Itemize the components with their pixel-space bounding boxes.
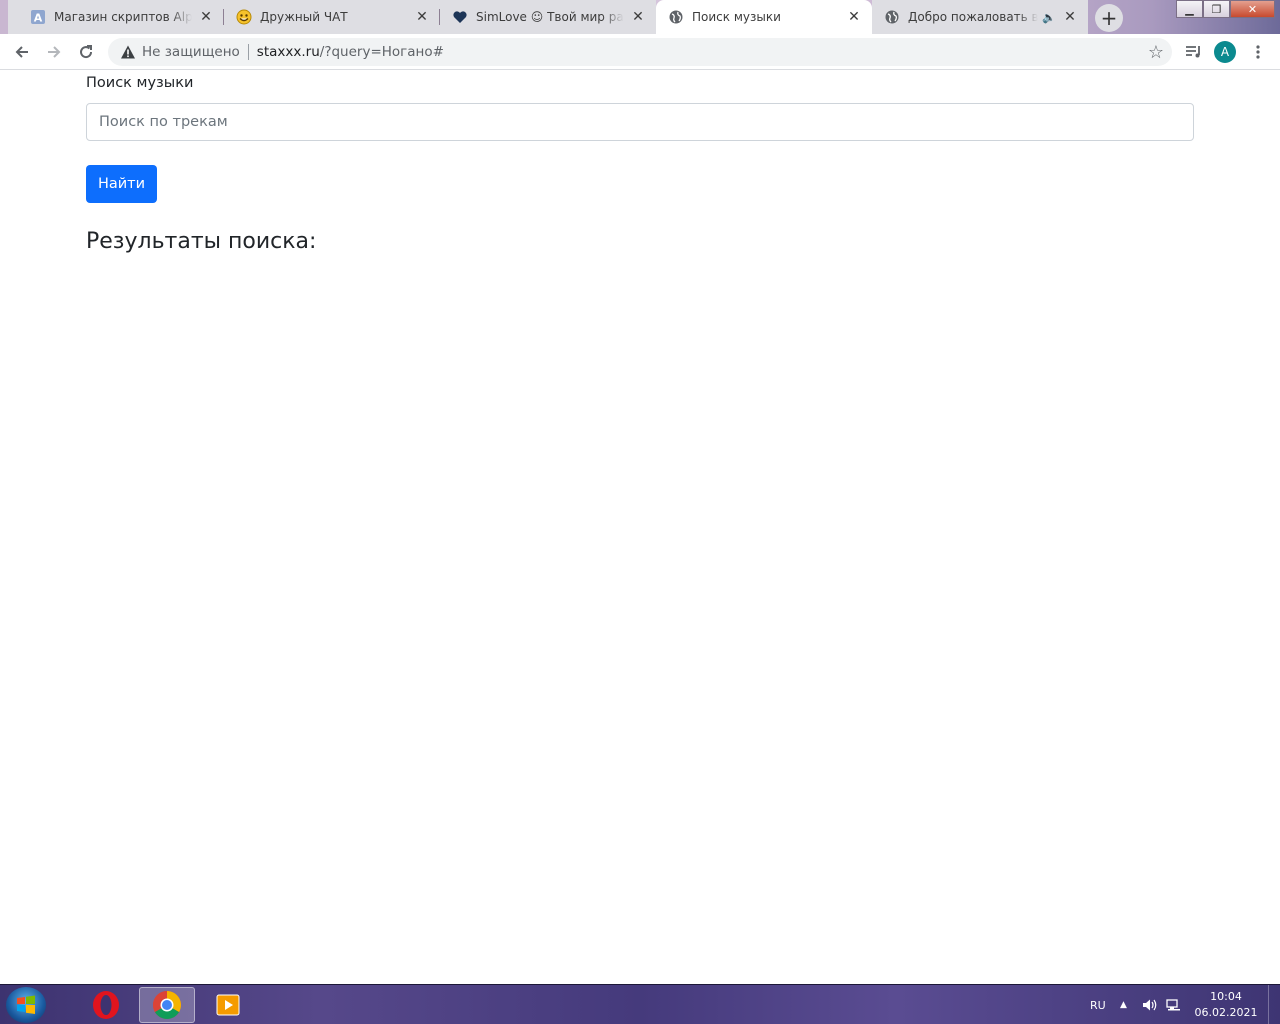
globe-icon	[668, 9, 684, 25]
start-button[interactable]	[6, 987, 46, 1023]
language-indicator[interactable]: RU	[1090, 985, 1106, 1024]
window-controls: ▁ ❐ ✕	[1176, 0, 1275, 20]
close-window-icon[interactable]: ✕	[1230, 0, 1275, 18]
close-tab-icon[interactable]: ✕	[198, 9, 214, 25]
url-host: staxxx.ru	[256, 44, 320, 60]
chrome-icon	[153, 991, 181, 1019]
tab-title: Дружный ЧАТ	[260, 10, 348, 24]
tab-simlove[interactable]: SimLove ☺ Твой мир развлечений ✕	[440, 0, 656, 34]
smiley-icon	[236, 9, 252, 25]
media-player-taskbar-button[interactable]	[200, 987, 256, 1023]
close-tab-icon[interactable]: ✕	[630, 9, 646, 25]
page-content: Поиск музыки Найти Результаты поиска:	[0, 71, 1280, 984]
close-tab-icon[interactable]: ✕	[846, 9, 862, 25]
address-bar[interactable]: Не защищено staxxx.ru/?query=Ногано# ☆	[108, 38, 1172, 66]
close-tab-icon[interactable]: ✕	[414, 9, 430, 25]
heart-icon	[452, 9, 468, 25]
tab-music-search[interactable]: Поиск музыки ✕	[656, 0, 872, 34]
opera-icon	[93, 991, 119, 1019]
taskbar: RU ▲ 10:04 06.02.2021	[0, 984, 1280, 1024]
tab-title: SimLove ☺ Твой мир развлечений	[476, 10, 624, 24]
globe-icon	[884, 9, 900, 25]
svg-text:A: A	[34, 12, 43, 25]
search-button[interactable]: Найти	[86, 165, 157, 203]
volume-icon[interactable]	[1142, 985, 1158, 1024]
tab-chat[interactable]: Дружный ЧАТ ✕	[224, 0, 440, 34]
profile-avatar[interactable]: A	[1214, 41, 1236, 63]
security-status[interactable]: Не защищено	[142, 44, 240, 60]
divider	[247, 44, 249, 60]
restore-icon[interactable]: ❐	[1203, 0, 1230, 18]
bookmark-star-icon[interactable]: ☆	[1148, 42, 1164, 63]
forward-arrow-icon[interactable]	[40, 38, 68, 66]
tray-expand-icon[interactable]: ▲	[1120, 985, 1127, 1024]
screen: A Магазин скриптов AlphaCMS ✕ Дружный ЧА…	[0, 0, 1280, 1024]
media-player-icon	[216, 994, 240, 1016]
chrome-taskbar-button[interactable]	[139, 987, 195, 1023]
tab-title: Магазин скриптов AlphaCMS	[54, 10, 192, 24]
minimize-icon[interactable]: ▁	[1176, 0, 1203, 18]
clock-time: 10:04	[1210, 990, 1242, 1003]
back-arrow-icon[interactable]	[8, 38, 36, 66]
search-input[interactable]	[86, 103, 1194, 141]
alphacms-a-icon: A	[30, 9, 46, 25]
reload-icon[interactable]	[72, 38, 100, 66]
tab-alphacms[interactable]: A Магазин скриптов AlphaCMS ✕	[8, 0, 224, 34]
url-path: /?query=Ногано#	[319, 44, 444, 60]
url-text[interactable]: staxxx.ru/?query=Ногано#	[257, 44, 444, 60]
menu-kebab-icon[interactable]	[1244, 38, 1272, 66]
close-tab-icon[interactable]: ✕	[1062, 9, 1078, 25]
network-icon[interactable]	[1166, 985, 1182, 1024]
tab-welcome[interactable]: Добро пожаловать в мир 🔈 ✕	[872, 0, 1088, 34]
tab-title: Добро пожаловать в мир	[908, 10, 1039, 24]
warning-triangle-icon[interactable]	[120, 44, 136, 60]
browser-toolbar: Не защищено staxxx.ru/?query=Ногано# ☆ A	[0, 34, 1280, 70]
media-queue-icon[interactable]	[1180, 38, 1208, 66]
clock-date: 06.02.2021	[1194, 1006, 1258, 1019]
search-label: Поиск музыки	[86, 75, 194, 91]
opera-taskbar-button[interactable]	[78, 987, 134, 1023]
show-desktop-button[interactable]	[1268, 985, 1280, 1024]
results-heading: Результаты поиска:	[86, 229, 317, 254]
tab-title: Поиск музыки	[692, 10, 781, 24]
windows-logo-icon	[17, 995, 35, 1014]
new-tab-button[interactable]: +	[1095, 4, 1123, 32]
tab-strip: A Магазин скриптов AlphaCMS ✕ Дружный ЧА…	[0, 0, 1280, 34]
speaker-icon[interactable]: 🔈	[1042, 11, 1056, 24]
clock[interactable]: 10:04 06.02.2021	[1190, 989, 1262, 1021]
